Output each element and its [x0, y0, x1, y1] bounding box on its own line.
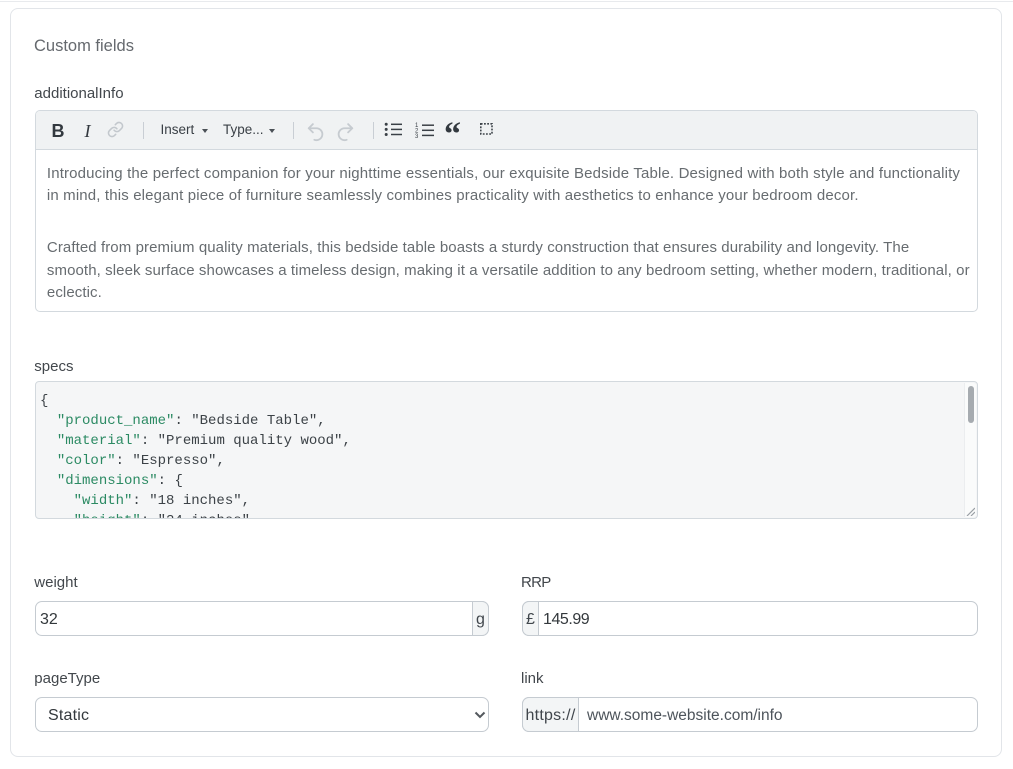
- svg-text:3: 3: [415, 134, 419, 138]
